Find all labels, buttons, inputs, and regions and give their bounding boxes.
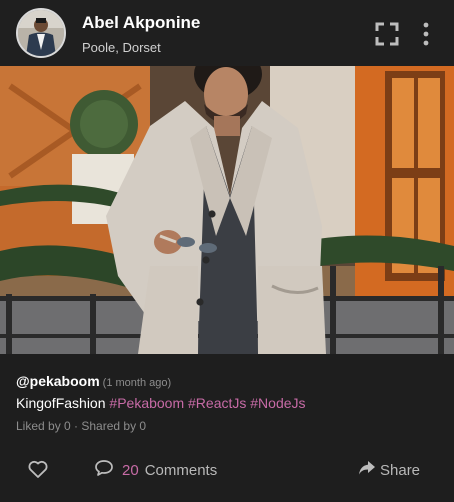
- comments-label: Comments: [144, 461, 218, 479]
- engagement-stats: Liked by 0 · Shared by 0: [16, 419, 147, 433]
- caption-header: @pekaboom (1 month ago): [16, 373, 171, 389]
- comment-bubble-icon: [94, 459, 114, 482]
- comments-button[interactable]: 20 Comments: [94, 459, 218, 482]
- hashtag[interactable]: #ReactJs: [188, 395, 246, 411]
- user-handle[interactable]: @pekaboom: [16, 373, 100, 389]
- hashtag[interactable]: #NodeJs: [250, 395, 305, 411]
- user-location: Poole, Dorset: [82, 40, 161, 55]
- heart-icon[interactable]: [26, 457, 50, 481]
- caption-main-text: KingofFashion: [16, 395, 106, 411]
- user-avatar[interactable]: [16, 8, 66, 58]
- post-card: Abel Akponine Poole, Dorset @pekaboom (1…: [0, 0, 454, 502]
- fullscreen-icon[interactable]: [374, 21, 400, 47]
- share-button[interactable]: Share: [358, 460, 420, 480]
- caption-text: KingofFashion #Pekaboom #ReactJs #NodeJs: [16, 395, 306, 411]
- post-image[interactable]: [0, 66, 454, 354]
- share-label: Share: [380, 461, 421, 479]
- user-name[interactable]: Abel Akponine: [82, 13, 200, 33]
- hashtag[interactable]: #Pekaboom: [109, 395, 184, 411]
- post-header: Abel Akponine Poole, Dorset: [0, 0, 454, 66]
- more-options-icon[interactable]: [417, 20, 435, 48]
- comments-count: 20: [122, 461, 139, 479]
- post-time: (1 month ago): [102, 377, 172, 389]
- share-arrow-icon: [358, 460, 376, 481]
